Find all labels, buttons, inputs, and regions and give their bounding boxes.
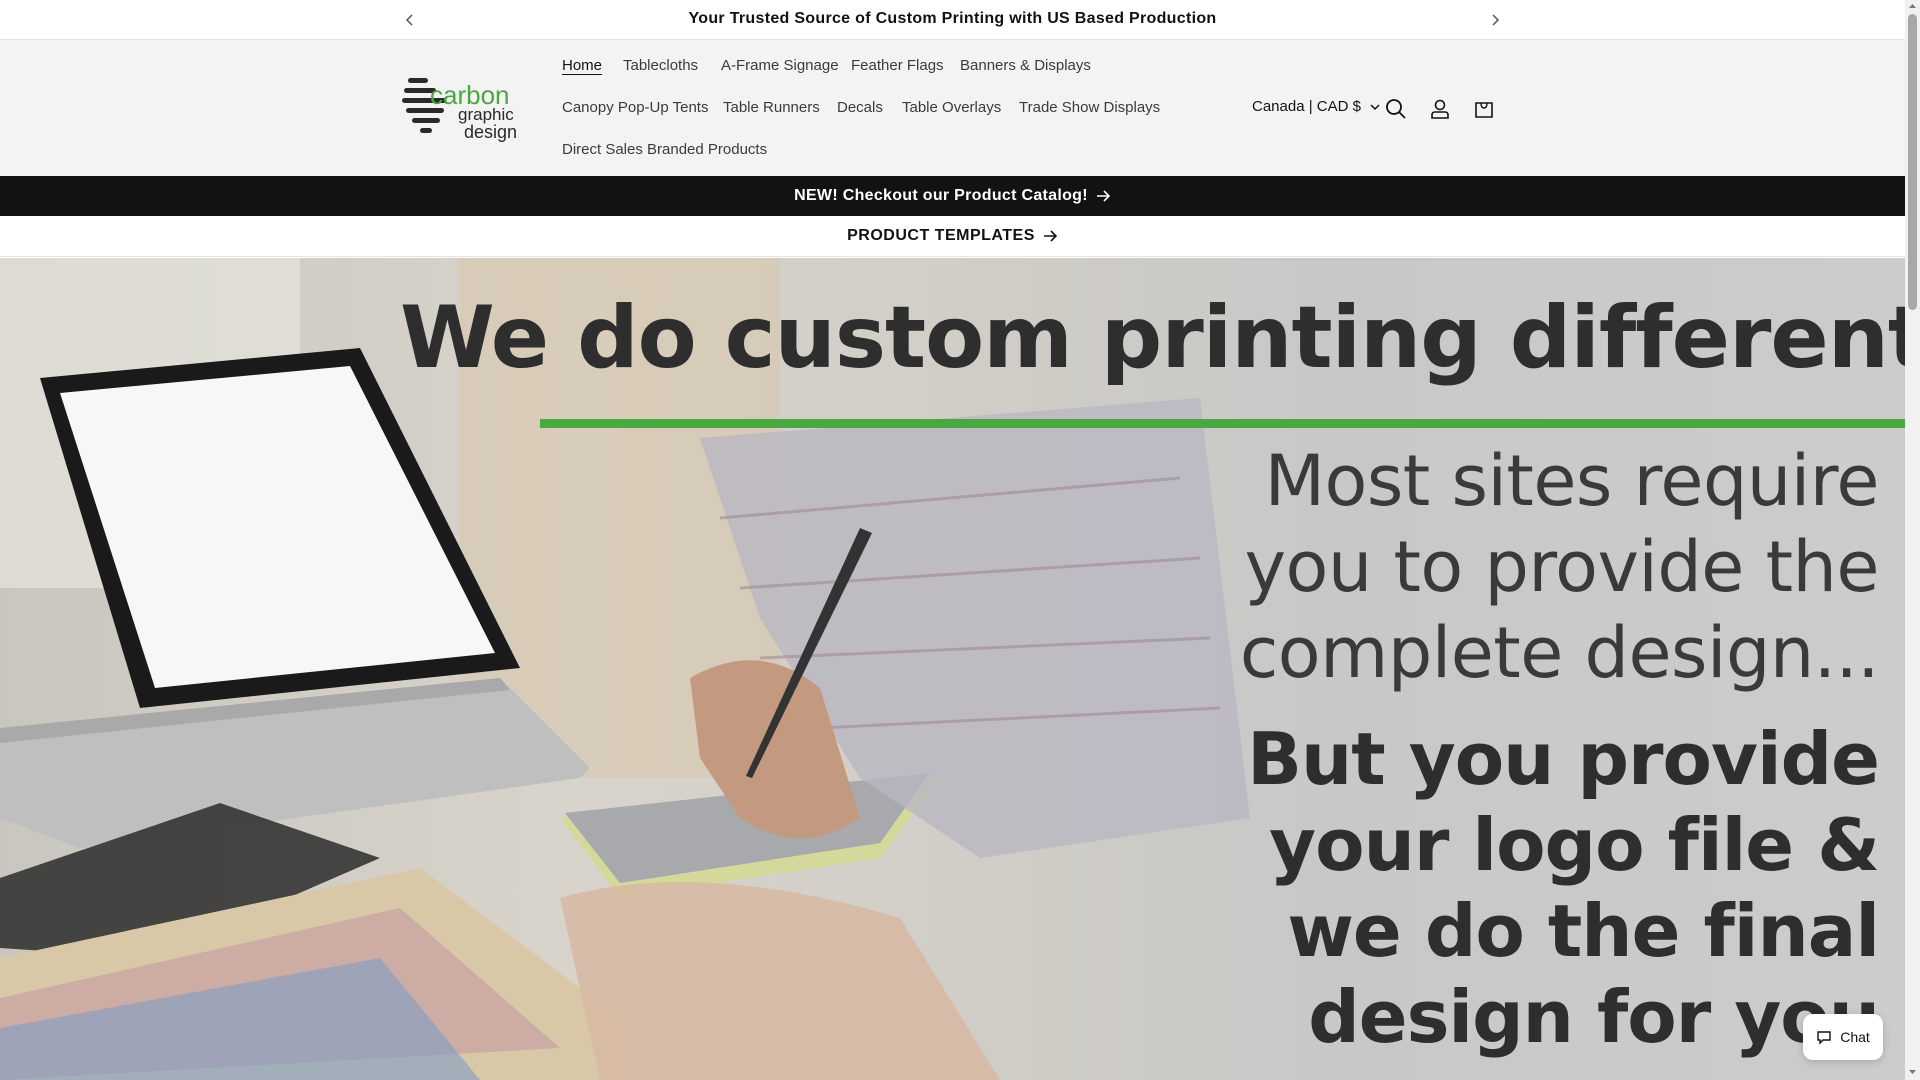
hero-subtitle-line: you to provide the — [1244, 526, 1880, 608]
chat-button[interactable]: Chat — [1803, 1014, 1883, 1060]
scroll-up-icon[interactable] — [1908, 2, 1917, 10]
cart-button[interactable] — [1470, 95, 1498, 123]
hero-bold-line: But you provide — [1247, 717, 1880, 801]
chevron-down-icon — [1370, 103, 1380, 110]
page-scrollbar[interactable] — [1905, 0, 1920, 1080]
nav-item-canopy-tents[interactable]: Canopy Pop-Up Tents — [562, 99, 708, 116]
nav-item-banners-displays[interactable]: Banners & Displays — [960, 57, 1091, 74]
nav-item-feather-flags[interactable]: Feather Flags — [851, 57, 944, 74]
logo-mark-icon: carbon graphic design — [402, 78, 517, 142]
scrollbar-thumb[interactable] — [1908, 14, 1917, 310]
hero-subtitle: Most sites require you to provide the co… — [1119, 438, 1880, 696]
hero-bold-line: we do the final — [1287, 889, 1880, 973]
nav-item-a-frame-signage[interactable]: A-Frame Signage — [721, 57, 839, 74]
arrow-right-icon — [1043, 230, 1058, 242]
templates-promo-label: PRODUCT TEMPLATES — [847, 227, 1035, 244]
country-selector[interactable]: Canada | CAD $ — [1252, 98, 1381, 115]
site-logo[interactable]: carbon graphic design — [402, 70, 528, 144]
cart-icon — [1475, 102, 1493, 118]
catalog-promo-label: NEW! Checkout our Product Catalog! — [794, 187, 1088, 204]
site-header: carbon graphic design Home Tablecloths A… — [0, 40, 1905, 176]
announcement-next-button[interactable] — [1481, 6, 1509, 34]
announcement-message: Your Trusted Source of Custom Printing w… — [688, 10, 1217, 27]
templates-promo-link[interactable]: PRODUCT TEMPLATES — [0, 216, 1905, 257]
chat-label: Chat — [1840, 1029, 1870, 1045]
nav-item-table-overlays[interactable]: Table Overlays — [902, 99, 1001, 116]
nav-item-table-runners[interactable]: Table Runners — [723, 99, 820, 116]
chevron-right-icon — [1492, 14, 1500, 26]
nav-item-decals[interactable]: Decals — [837, 99, 883, 116]
nav-item-tablecloths[interactable]: Tablecloths — [623, 57, 698, 74]
account-button[interactable] — [1426, 95, 1454, 123]
catalog-promo-link[interactable]: NEW! Checkout our Product Catalog! — [0, 176, 1905, 216]
hero-title: We do custom printing differently — [400, 288, 1905, 388]
scroll-down-icon[interactable] — [1908, 1068, 1917, 1076]
logo-text-design: design — [464, 122, 517, 142]
nav-item-direct-sales[interactable]: Direct Sales Branded Products — [562, 141, 767, 158]
hero-subtitle-line: complete design... — [1239, 612, 1880, 694]
hero-bold-line: design for you — [1308, 975, 1880, 1059]
hero-banner: We do custom printing differently Most s… — [0, 258, 1905, 1080]
hero-bold-line: your logo file & — [1269, 803, 1880, 887]
search-icon — [1386, 99, 1406, 119]
account-icon — [1431, 99, 1449, 119]
search-button[interactable] — [1382, 95, 1410, 123]
announcement-bar: Your Trusted Source of Custom Printing w… — [0, 0, 1905, 40]
hero-divider-line — [540, 419, 1905, 428]
hero-bold-text: But you provide your logo file & we do t… — [1119, 716, 1880, 1060]
page: Your Trusted Source of Custom Printing w… — [0, 0, 1905, 1080]
arrow-right-icon — [1096, 190, 1111, 202]
nav-item-trade-show-displays[interactable]: Trade Show Displays — [1019, 99, 1160, 116]
hero-subtitle-line: Most sites require — [1264, 440, 1880, 522]
chat-icon — [1817, 1031, 1831, 1045]
country-selector-label: Canada | CAD $ — [1252, 98, 1361, 115]
nav-item-home[interactable]: Home — [562, 57, 602, 74]
